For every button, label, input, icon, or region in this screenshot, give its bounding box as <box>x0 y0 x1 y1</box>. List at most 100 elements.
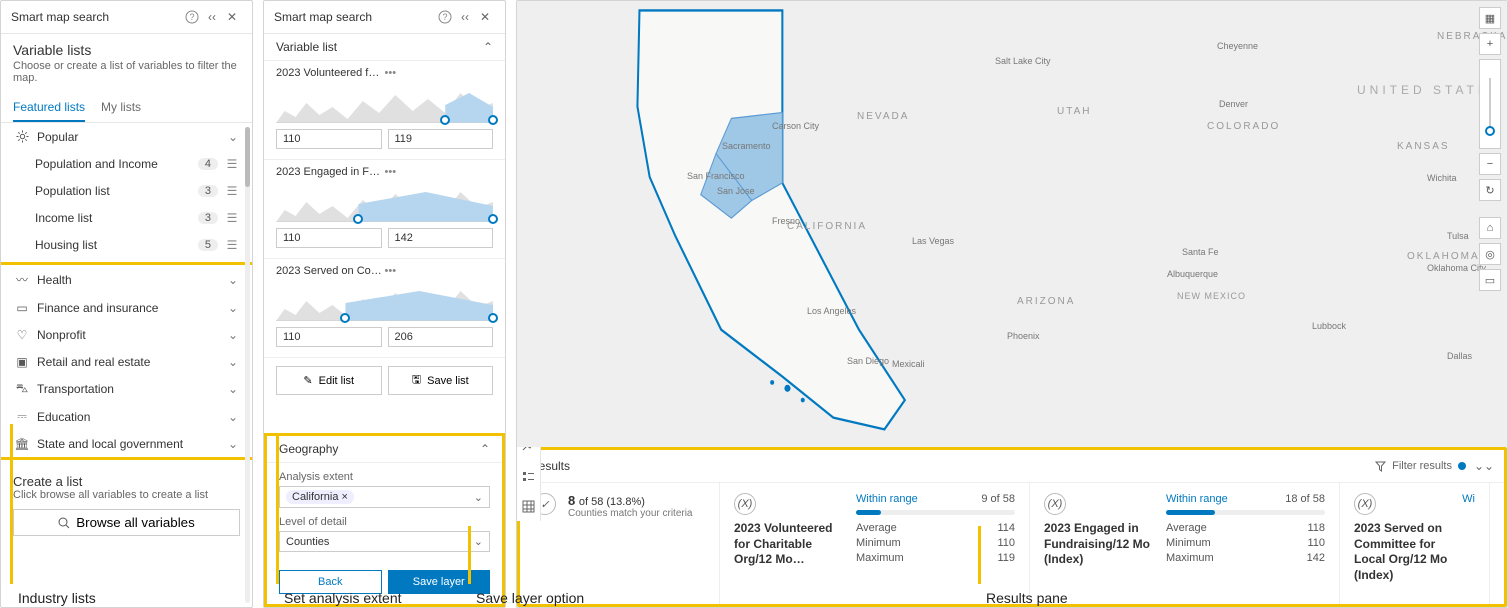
slider-handle-low[interactable] <box>353 214 363 224</box>
zoom-handle[interactable] <box>1485 126 1495 136</box>
range-low-input[interactable]: 110 <box>276 327 382 347</box>
grid-icon[interactable]: ▦ <box>1479 7 1501 29</box>
panel1-tabs: Featured lists My lists <box>1 94 252 123</box>
sublist-item[interactable]: Income list 3 ☰ <box>1 204 252 231</box>
sublist-item[interactable]: Population and Income 4 ☰ <box>1 150 252 177</box>
collapse-icon[interactable]: ‹‹ <box>455 7 475 27</box>
category-item[interactable]: ⎓ Education ⌄ <box>1 403 252 430</box>
count-main: 8 <box>568 493 575 508</box>
city-sf: San Francisco <box>687 171 745 181</box>
home-icon[interactable]: ⌂ <box>1479 217 1501 239</box>
scrollbar[interactable] <box>245 127 250 603</box>
zoom-slider[interactable] <box>1479 59 1501 149</box>
collapse-results-icon[interactable]: ⌄⌄ <box>1474 456 1494 476</box>
chevron-down-icon: ⌄ <box>474 491 483 504</box>
list-icon: ☰ <box>224 211 240 225</box>
count-sub: of 58 (13.8%) <box>579 496 645 508</box>
variable-block: 2023 Volunteered for Charitable Org/12 M… <box>264 61 505 160</box>
chevron-up-icon: ⌃ <box>483 40 493 54</box>
close-icon[interactable]: ✕ <box>222 7 242 27</box>
city-dallas: Dallas <box>1447 351 1472 361</box>
range-low-input[interactable]: 110 <box>276 129 382 149</box>
anno-extent: Set analysis extent <box>284 590 402 606</box>
count-badge: 5 <box>198 239 218 251</box>
var-name: 2023 Served on Committee for Local Org/… <box>276 265 385 277</box>
tab-my-lists[interactable]: My lists <box>101 94 141 122</box>
city-cheyenne: Cheyenne <box>1217 41 1258 51</box>
section-variable-list[interactable]: Variable list ⌃ <box>264 34 505 61</box>
table-tool-icon[interactable] <box>517 491 540 521</box>
help-icon[interactable]: ? <box>182 7 202 27</box>
filter-results-button[interactable]: Filter results <box>1375 460 1466 472</box>
browse-all-button[interactable]: Browse all variables <box>13 509 240 536</box>
range-high-input[interactable]: 119 <box>388 129 494 149</box>
slider-handle-high[interactable] <box>488 115 498 125</box>
collapse-icon[interactable]: ‹‹ <box>202 7 222 27</box>
north-icon[interactable]: ↻ <box>1479 179 1501 201</box>
map[interactable]: NEVADA UTAH COLORADO KANSAS NEW MEXICO A… <box>517 1 1507 447</box>
city-mexicali: Mexicali <box>892 359 925 369</box>
histogram[interactable] <box>276 281 493 321</box>
category-item[interactable]: ▣ Retail and real estate ⌄ <box>1 348 252 375</box>
extent-select[interactable]: California × ⌄ <box>279 486 490 508</box>
section-geography[interactable]: Geography ⌃ <box>267 436 502 463</box>
locate-icon[interactable]: ◎ <box>1479 243 1501 265</box>
zoom-in-button[interactable]: + <box>1479 33 1501 55</box>
slider-handle-high[interactable] <box>488 313 498 323</box>
category-item[interactable]: 〰 Health ⌄ <box>1 265 252 294</box>
slider-handle-high[interactable] <box>488 214 498 224</box>
category-icon: ♡ <box>13 328 31 342</box>
tab-featured[interactable]: Featured lists <box>13 94 85 122</box>
sublist-label: Housing list <box>35 238 198 252</box>
annotations: Industry lists Set analysis extent Save … <box>0 560 1508 608</box>
range-high-input[interactable]: 206 <box>388 327 494 347</box>
sublist-item[interactable]: Housing list 5 ☰ <box>1 231 252 258</box>
count-desc: Counties match your criteria <box>568 508 693 519</box>
list-icon: ☰ <box>224 184 240 198</box>
screen-icon[interactable]: ▭ <box>1479 269 1501 291</box>
panel1-title: Smart map search <box>11 10 182 24</box>
legend-tool-icon[interactable] <box>517 461 540 491</box>
close-icon[interactable]: ✕ <box>475 7 495 27</box>
category-label: Retail and real estate <box>37 355 226 369</box>
more-icon[interactable]: ••• <box>385 265 494 277</box>
save-list-label: Save list <box>427 375 469 387</box>
city-fresno: Fresno <box>772 216 800 226</box>
panel1-subtitle: Variable lists <box>13 42 240 58</box>
slider-handle-low[interactable] <box>440 115 450 125</box>
more-icon[interactable]: ••• <box>385 166 494 178</box>
more-icon[interactable]: ••• <box>385 67 494 79</box>
slider-handle-low[interactable] <box>340 313 350 323</box>
range-high-input[interactable]: 142 <box>388 228 494 248</box>
category-icon: 🏛 <box>13 437 31 451</box>
city-vegas: Las Vegas <box>912 236 954 246</box>
list-icon: ☰ <box>224 238 240 252</box>
category-item[interactable]: 🏛 State and local government ⌄ <box>1 430 252 457</box>
avg-label: Average <box>1166 522 1207 534</box>
edit-list-button[interactable]: ✎ Edit list <box>276 366 382 395</box>
chevron-down-icon: ⌄ <box>226 355 240 369</box>
city-denver: Denver <box>1219 99 1248 109</box>
cat-popular[interactable]: Popular ⌄ <box>1 123 252 150</box>
var-name: 2023 Volunteered for Charitable Org/12 M… <box>276 67 385 79</box>
anno-save: Save layer option <box>476 590 584 606</box>
histogram[interactable] <box>276 83 493 123</box>
range-bar <box>856 510 1015 515</box>
category-item[interactable]: ▭ Finance and insurance ⌄ <box>1 294 252 321</box>
save-list-button[interactable]: 🖫 Save list <box>388 366 494 395</box>
sublist-item[interactable]: Population list 3 ☰ <box>1 177 252 204</box>
zoom-out-button[interactable]: − <box>1479 153 1501 175</box>
histogram[interactable] <box>276 182 493 222</box>
extent-label: Analysis extent <box>279 471 490 483</box>
main-area: NEVADA UTAH COLORADO KANSAS NEW MEXICO A… <box>516 0 1508 608</box>
min-val: 110 <box>997 537 1015 549</box>
lod-select[interactable]: Counties ⌄ <box>279 531 490 552</box>
category-item[interactable]: ⛍ Transportation ⌄ <box>1 375 252 403</box>
category-label: Health <box>37 273 226 287</box>
range-bar <box>1166 510 1325 515</box>
help-icon[interactable]: ? <box>435 7 455 27</box>
category-item[interactable]: ♡ Nonprofit ⌄ <box>1 321 252 348</box>
range-low-input[interactable]: 110 <box>276 228 382 248</box>
panel1-header: Smart map search ? ‹‹ ✕ <box>1 1 252 34</box>
city-sac: Sacramento <box>722 141 771 151</box>
